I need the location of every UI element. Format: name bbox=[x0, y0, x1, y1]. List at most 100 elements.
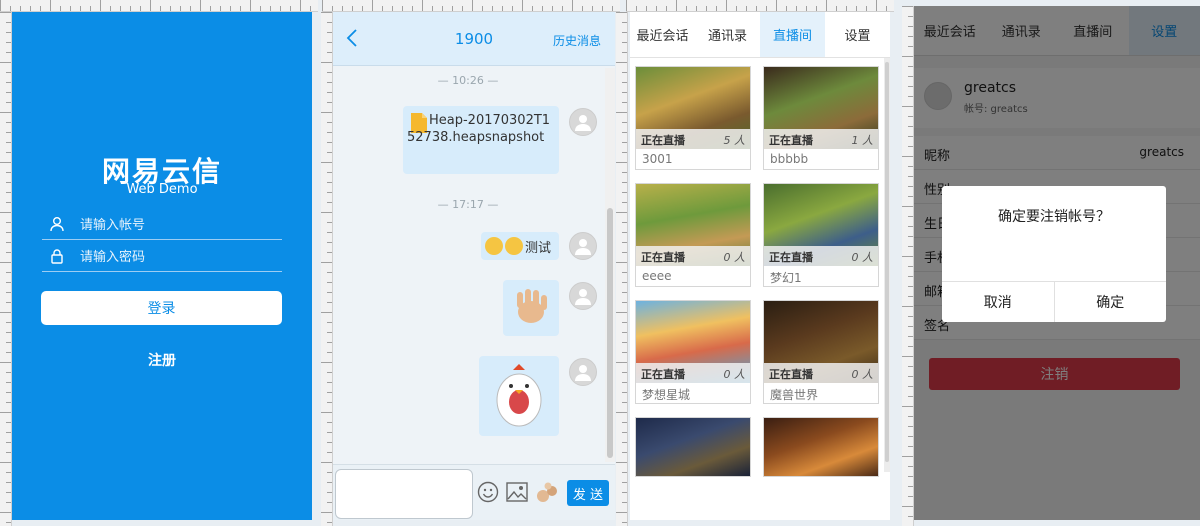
avatar[interactable] bbox=[569, 232, 597, 260]
live-room-card[interactable] bbox=[635, 417, 751, 477]
avatar[interactable] bbox=[569, 108, 597, 136]
ruler-tick bbox=[250, 0, 251, 11]
image-icon[interactable] bbox=[506, 482, 528, 506]
ruler-tick bbox=[0, 312, 11, 313]
ruler-tick bbox=[622, 402, 627, 403]
ruler-tick bbox=[622, 322, 627, 323]
live-status-bar: 正在直播 0 人 bbox=[636, 363, 750, 383]
ruler-tick bbox=[321, 62, 332, 63]
ruler-tick bbox=[616, 12, 627, 13]
ruler-tick bbox=[622, 92, 627, 93]
live-room-card[interactable] bbox=[763, 417, 879, 477]
ruler-tick bbox=[0, 512, 11, 513]
lock-icon bbox=[46, 246, 68, 266]
ruler-tick bbox=[622, 172, 627, 173]
file-message-bubble[interactable]: Heap-20170302T152738.heapsnapshot bbox=[403, 106, 559, 174]
password-field[interactable]: 请输入密码 bbox=[42, 240, 282, 272]
ruler-tick bbox=[902, 6, 913, 7]
sticker-icon[interactable] bbox=[535, 481, 559, 507]
live-room-card[interactable]: 正在直播 0 人 梦幻1 bbox=[763, 183, 879, 287]
emoji-icon bbox=[485, 237, 503, 255]
tab-recent-sessions[interactable]: 最近会话 bbox=[630, 12, 695, 57]
ruler-tick bbox=[622, 192, 627, 193]
brand-subtitle: Web Demo bbox=[126, 182, 198, 197]
live-status-bar: 正在直播 0 人 bbox=[764, 363, 878, 383]
tab-bar: 最近会话 通讯录 直播间 设置 bbox=[630, 12, 890, 58]
cancel-button[interactable]: 取消 bbox=[942, 282, 1054, 322]
sticker-message-bubble[interactable] bbox=[503, 280, 559, 336]
ruler-tick bbox=[902, 106, 913, 107]
live-room-card[interactable]: 正在直播 0 人 魔兽世界 bbox=[763, 300, 879, 404]
ruler-tick bbox=[622, 482, 627, 483]
room-name: 梦想星城 bbox=[642, 388, 691, 402]
live-room-card[interactable]: 正在直播 0 人 梦想星城 bbox=[635, 300, 751, 404]
password-input[interactable]: 请输入密码 bbox=[80, 246, 145, 265]
history-link[interactable]: 历史消息 bbox=[553, 32, 601, 49]
room-name: 魔兽世界 bbox=[770, 388, 819, 402]
ruler-tick bbox=[826, 0, 827, 11]
ruler-tick bbox=[0, 62, 11, 63]
ruler-tick bbox=[616, 362, 627, 363]
ruler-left bbox=[616, 12, 628, 526]
ruler-tick bbox=[321, 212, 332, 213]
send-button[interactable]: 发 送 bbox=[567, 480, 609, 506]
ruler-tick bbox=[622, 332, 627, 333]
ruler-tick bbox=[622, 82, 627, 83]
live-room-card[interactable]: 正在直播 1 人 bbbbb bbox=[763, 66, 879, 170]
live-scrollbar[interactable] bbox=[884, 58, 890, 472]
user-icon bbox=[46, 214, 68, 234]
avatar[interactable] bbox=[569, 282, 597, 310]
live-rooms-screen: 最近会话 通讯录 直播间 设置 正在直播 5 人 3001 正在直播 1 人 bbb… bbox=[630, 12, 890, 520]
ruler-tick bbox=[616, 112, 627, 113]
ruler-tick bbox=[0, 12, 11, 13]
ruler-tick bbox=[622, 282, 627, 283]
ruler-tick bbox=[876, 0, 877, 11]
ruler-tick bbox=[616, 512, 627, 513]
emoji-icon bbox=[505, 237, 523, 255]
chat-screen: 1900 历史消息 — 10:26 — Heap-20170302T152738… bbox=[333, 12, 615, 520]
ruler-top bbox=[322, 0, 620, 12]
text-message-bubble[interactable]: 测试 bbox=[481, 232, 559, 260]
ruler-tick bbox=[622, 72, 627, 73]
live-status: 正在直播 bbox=[769, 134, 813, 147]
ruler-tick bbox=[616, 262, 627, 263]
account-input[interactable]: 请输入帐号 bbox=[80, 214, 145, 233]
message-text: 测试 bbox=[525, 241, 552, 256]
tab-contacts[interactable]: 通讯录 bbox=[695, 12, 760, 57]
ruler-tick bbox=[321, 162, 332, 163]
ruler-tick bbox=[0, 462, 11, 463]
account-field[interactable]: 请输入帐号 bbox=[42, 208, 282, 240]
ruler-tick bbox=[622, 42, 627, 43]
sticker-message-bubble[interactable] bbox=[479, 356, 559, 436]
tab-settings[interactable]: 设置 bbox=[825, 12, 890, 57]
live-status-bar: 正在直播 1 人 bbox=[764, 129, 878, 149]
ruler-tick bbox=[622, 142, 627, 143]
ruler-tick bbox=[726, 0, 727, 11]
smile-icon[interactable] bbox=[477, 481, 499, 507]
chat-scrollbar[interactable] bbox=[605, 68, 615, 462]
live-room-card[interactable]: 正在直播 5 人 3001 bbox=[635, 66, 751, 170]
avatar[interactable] bbox=[569, 358, 597, 386]
ruler-tick bbox=[622, 372, 627, 373]
ruler-tick bbox=[622, 182, 627, 183]
ruler-tick bbox=[622, 382, 627, 383]
scrollbar-thumb[interactable] bbox=[607, 208, 613, 458]
ruler-tick bbox=[622, 392, 627, 393]
message-input[interactable] bbox=[335, 469, 473, 519]
ruler-tick bbox=[902, 256, 913, 257]
ruler-tick bbox=[50, 0, 51, 11]
confirm-button[interactable]: 确定 bbox=[1053, 282, 1167, 322]
register-link[interactable]: 注册 bbox=[12, 350, 312, 370]
ruler-tick bbox=[616, 312, 627, 313]
ruler-tick bbox=[616, 212, 627, 213]
ruler-tick bbox=[622, 522, 627, 523]
room-thumbnail bbox=[764, 418, 878, 476]
live-room-card[interactable]: 正在直播 0 人 eeee bbox=[635, 183, 751, 287]
tab-live-rooms[interactable]: 直播间 bbox=[760, 12, 825, 57]
room-name: 梦幻1 bbox=[770, 271, 802, 285]
ruler-tick bbox=[0, 112, 11, 113]
scrollbar-thumb[interactable] bbox=[885, 62, 889, 462]
dialog-message: 确定要注销帐号？ bbox=[998, 209, 1110, 225]
live-status-bar: 正在直播 0 人 bbox=[764, 246, 878, 266]
login-button[interactable]: 登录 bbox=[41, 291, 282, 325]
